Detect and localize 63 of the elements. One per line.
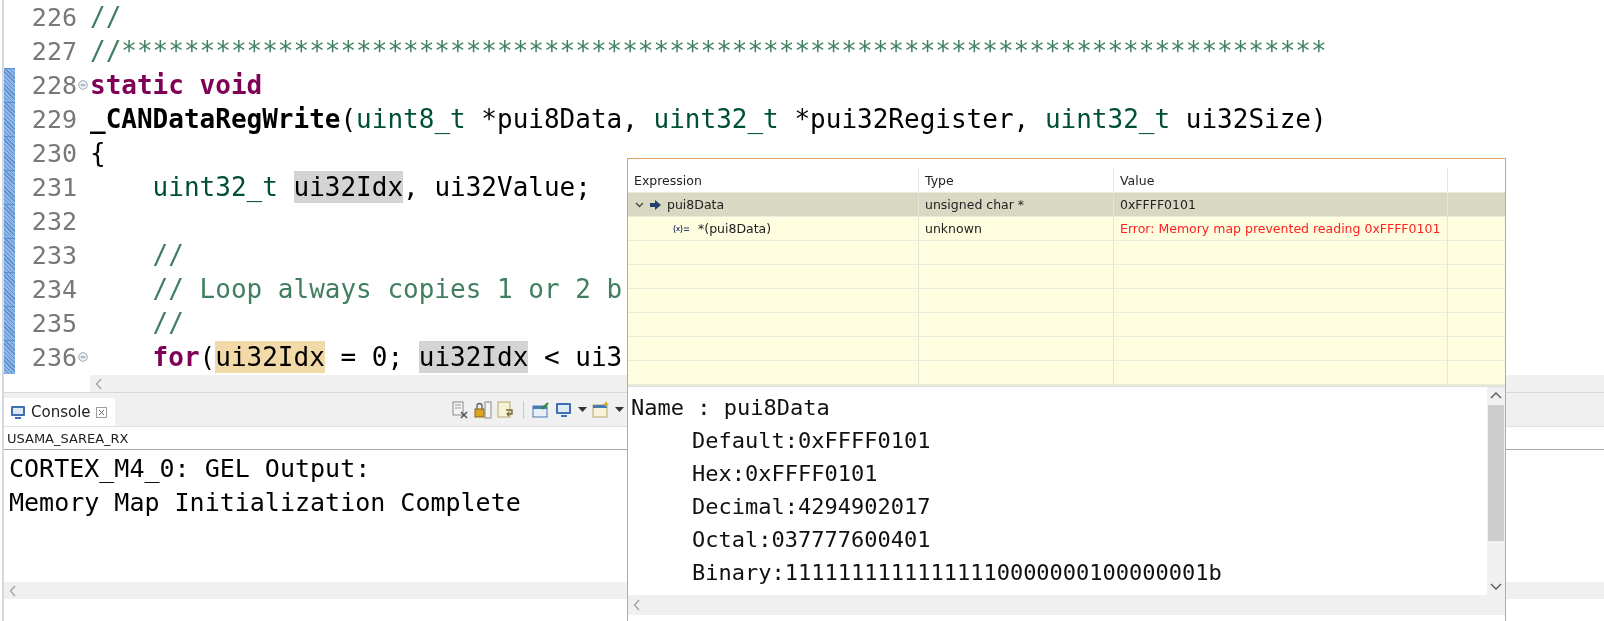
detail-line: Default:0xFFFF0101 [691, 427, 931, 455]
column-header[interactable]: Type [919, 168, 1114, 192]
line-number: 233 [30, 240, 77, 270]
scroll-left-icon[interactable] [633, 599, 641, 611]
code-line: for(ui32Idx = 0; ui32Idx < ui3 [151, 341, 623, 373]
code-line: // [151, 239, 184, 271]
console-process-name: USAMA_SAREA_RX [7, 430, 129, 446]
line-number: 229 [30, 104, 77, 134]
line-number: 231 [30, 172, 77, 202]
variable-icon [672, 223, 692, 234]
fold-icon[interactable] [78, 352, 88, 362]
detail-line: Hex:0xFFFF0101 [691, 460, 878, 488]
expression-name: pui8Data [667, 197, 725, 212]
horizontal-scrollbar[interactable] [628, 595, 1505, 615]
scrollbar-thumb[interactable] [1488, 405, 1504, 541]
word-wrap-icon[interactable] [497, 400, 515, 419]
detail-line: Name : pui8Data [631, 394, 830, 422]
expression-value: Error: Memory map prevented reading 0xFFFF0101 [1114, 217, 1448, 240]
expand-caret-icon[interactable] [635, 201, 644, 208]
code-line: static void [89, 69, 263, 101]
expression-value: 0xFFFF0101 [1114, 193, 1448, 216]
expression-type: unsigned char * [919, 193, 1114, 216]
code-line: // [89, 1, 122, 33]
dropdown-caret-icon[interactable] [615, 406, 624, 413]
line-number: 232 [30, 206, 77, 236]
scroll-left-icon[interactable] [95, 377, 103, 390]
line-number: 236 [30, 342, 77, 372]
vertical-scrollbar[interactable] [1487, 387, 1505, 595]
scroll-lock-icon[interactable] [474, 400, 492, 419]
new-console-icon[interactable] [592, 400, 610, 419]
display-console-icon[interactable] [555, 400, 573, 419]
code-line: uint32_t ui32Idx, ui32Value; [151, 171, 591, 203]
detail-line: Octal:037777600401 [691, 526, 931, 554]
code-line: _CANDataRegWrite(uint8_t *pui8Data, uint32_t *pui32Register, uint32_t ui32Size) [89, 103, 1327, 135]
scroll-up-icon[interactable] [1490, 391, 1502, 399]
column-header[interactable]: Expression [628, 168, 919, 192]
console-output-line: CORTEX_M4_0: GEL Output: [9, 453, 371, 485]
scroll-left-icon[interactable] [9, 584, 17, 597]
line-number: 227 [30, 36, 77, 66]
line-number: 230 [30, 138, 77, 168]
line-number: 234 [30, 274, 77, 304]
fold-icon[interactable] [78, 80, 88, 90]
pointer-arrow-icon [650, 199, 661, 210]
console-output-line: Memory Map Initialization Complete [9, 487, 521, 519]
detail-line: Binary:11111111111111110000000100000001b [691, 559, 1222, 587]
detail-line: Decimal:4294902017 [691, 493, 931, 521]
line-number: 235 [30, 308, 77, 338]
console-tab[interactable]: Console [4, 398, 115, 426]
pin-icon[interactable] [532, 400, 550, 419]
code-line: // Loop always copies 1 or 2 b [151, 273, 623, 305]
column-header[interactable]: Value [1114, 168, 1448, 192]
close-icon[interactable] [95, 406, 107, 418]
line-number: 226 [30, 2, 77, 32]
clear-console-icon[interactable] [451, 400, 469, 419]
line-number: 228 [30, 70, 77, 100]
expression-type: unknown [919, 217, 1114, 240]
code-line: { [89, 137, 106, 169]
dropdown-caret-icon[interactable] [578, 406, 587, 413]
scroll-down-icon[interactable] [1490, 583, 1502, 591]
code-line: //***************************************************************************** [89, 35, 1327, 67]
monitor-icon [10, 404, 26, 420]
expression-name: *(pui8Data) [698, 221, 772, 236]
code-line: // [151, 307, 184, 339]
